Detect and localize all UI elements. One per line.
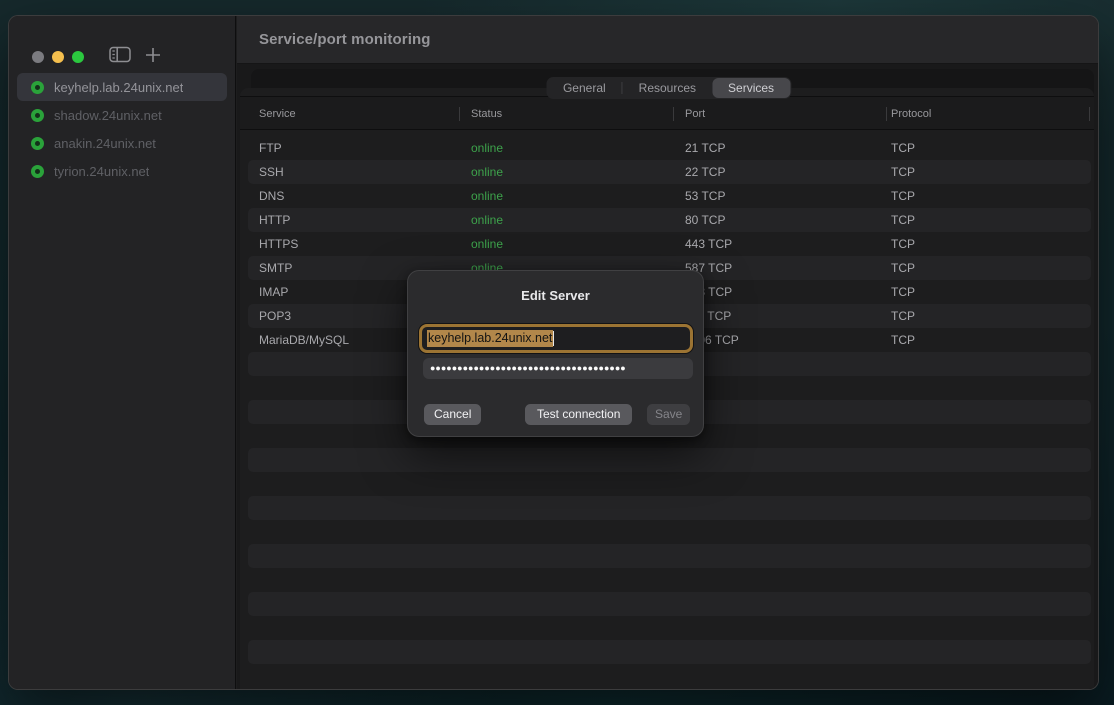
cell-protocol: TCP [891, 184, 915, 208]
cell-status: online [471, 136, 503, 160]
tab-general[interactable]: General [547, 78, 622, 98]
cell-port: 80 TCP [685, 208, 725, 232]
cell-protocol: TCP [891, 232, 915, 256]
page-title: Service/port monitoring [259, 31, 431, 48]
zoom-button[interactable] [72, 51, 84, 63]
sidebar-item-server[interactable]: tyrion.24unix.net [17, 157, 227, 185]
password-dots: ●●●●●●●●●●●●●●●●●●●●●●●●●●●●●●●●●●●● [430, 358, 626, 379]
table-row [240, 640, 1094, 664]
cell-service: SSH [259, 160, 284, 184]
server-status-icon [31, 165, 44, 178]
hostname-selected-text: keyhelp.lab.24unix.net [427, 330, 553, 347]
cell-protocol: TCP [891, 304, 915, 328]
cell-protocol: TCP [891, 208, 915, 232]
cell-protocol: TCP [891, 136, 915, 160]
close-button[interactable] [32, 51, 44, 63]
cell-service: DNS [259, 184, 284, 208]
sidebar-item-label: shadow.24unix.net [54, 108, 162, 123]
edit-server-dialog: Edit Server keyhelp.lab.24unix.net ●●●●●… [407, 270, 704, 437]
sidebar: keyhelp.lab.24unix.net shadow.24unix.net… [9, 16, 236, 689]
test-connection-button[interactable]: Test connection [525, 404, 632, 425]
cell-protocol: TCP [891, 280, 915, 304]
cell-service: SMTP [259, 256, 292, 280]
sidebar-item-label: keyhelp.lab.24unix.net [54, 80, 183, 95]
sidebar-item-label: anakin.24unix.net [54, 136, 156, 151]
server-status-icon [31, 81, 44, 94]
cell-protocol: TCP [891, 328, 915, 352]
table-row [240, 592, 1094, 616]
table-row [240, 520, 1094, 544]
cell-service: MariaDB/MySQL [259, 328, 349, 352]
column-header-service[interactable]: Service [259, 97, 296, 131]
cell-service: FTP [259, 136, 282, 160]
minimize-button[interactable] [52, 51, 64, 63]
cell-status: online [471, 160, 503, 184]
cell-service: HTTP [259, 208, 290, 232]
password-input[interactable]: ●●●●●●●●●●●●●●●●●●●●●●●●●●●●●●●●●●●● [423, 358, 693, 379]
app-window: keyhelp.lab.24unix.net shadow.24unix.net… [8, 15, 1099, 690]
table-row[interactable]: HTTPS online 443 TCP TCP [240, 232, 1094, 256]
title-bar: Service/port monitoring [237, 16, 1099, 64]
column-header-protocol[interactable]: Protocol [891, 97, 931, 131]
server-list: keyhelp.lab.24unix.net shadow.24unix.net… [9, 73, 235, 185]
cell-port: 21 TCP [685, 136, 725, 160]
table-row [240, 664, 1094, 688]
table-row [240, 544, 1094, 568]
cell-port: 53 TCP [685, 184, 725, 208]
save-button[interactable]: Save [647, 404, 690, 425]
cell-protocol: TCP [891, 256, 915, 280]
tab-services[interactable]: Services [712, 78, 790, 98]
table-row [240, 568, 1094, 592]
table-row[interactable]: HTTP online 80 TCP TCP [240, 208, 1094, 232]
cell-port: 22 TCP [685, 160, 725, 184]
desktop-background: keyhelp.lab.24unix.net shadow.24unix.net… [0, 0, 1114, 705]
cell-port: 443 TCP [685, 232, 732, 256]
sidebar-item-server[interactable]: anakin.24unix.net [17, 129, 227, 157]
sidebar-item-server[interactable]: keyhelp.lab.24unix.net [17, 73, 227, 101]
column-divider [1089, 107, 1090, 121]
column-header-status[interactable]: Status [471, 97, 502, 131]
table-row[interactable]: FTP online 21 TCP TCP [240, 136, 1094, 160]
dialog-title: Edit Server [408, 288, 703, 303]
table-row [240, 616, 1094, 640]
column-divider [886, 107, 887, 121]
hostname-input[interactable]: keyhelp.lab.24unix.net [419, 324, 693, 353]
column-divider [673, 107, 674, 121]
toggle-sidebar-icon[interactable] [109, 46, 131, 63]
column-header-port[interactable]: Port [685, 97, 705, 131]
sidebar-item-server[interactable]: shadow.24unix.net [17, 101, 227, 129]
table-row[interactable]: SSH online 22 TCP TCP [240, 160, 1094, 184]
cell-protocol: TCP [891, 160, 915, 184]
column-divider [459, 107, 460, 121]
cell-status: online [471, 232, 503, 256]
text-caret [553, 331, 554, 346]
cell-service: POP3 [259, 304, 291, 328]
add-server-icon[interactable] [145, 47, 161, 63]
server-status-icon [31, 137, 44, 150]
table-row [240, 496, 1094, 520]
cancel-button[interactable]: Cancel [424, 404, 481, 425]
cell-status: online [471, 208, 503, 232]
sidebar-item-label: tyrion.24unix.net [54, 164, 149, 179]
table-header: Service Status Port Protocol [240, 96, 1094, 130]
server-status-icon [31, 109, 44, 122]
tab-resources[interactable]: Resources [623, 78, 712, 98]
cell-status: online [471, 184, 503, 208]
table-row[interactable]: DNS online 53 TCP TCP [240, 184, 1094, 208]
table-row [240, 448, 1094, 472]
view-tabs: GeneralResourcesServices [546, 77, 791, 99]
cell-service: HTTPS [259, 232, 298, 256]
cell-service: IMAP [259, 280, 288, 304]
table-row [240, 472, 1094, 496]
